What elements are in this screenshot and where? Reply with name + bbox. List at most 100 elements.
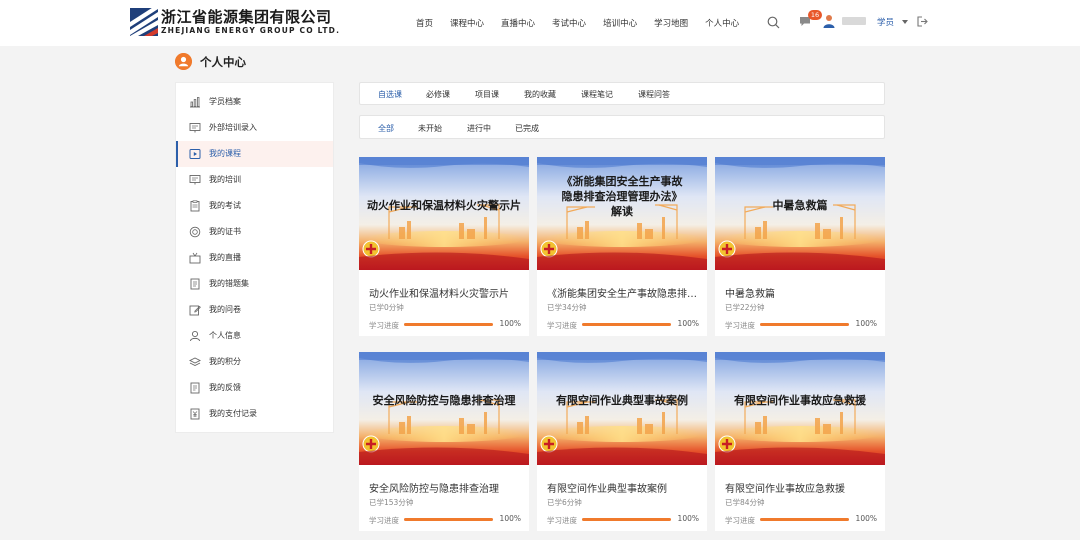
nav-item-home[interactable]: 首页 — [416, 17, 433, 29]
sidebar-item-my-courses[interactable]: 我的课程 — [176, 141, 333, 167]
sidebar-item-learner-profile[interactable]: 学员档案 — [176, 89, 333, 115]
nav-item-training-center[interactable]: 培训中心 — [603, 17, 637, 29]
progress-value: 100% — [855, 514, 877, 523]
progress-bar — [582, 323, 671, 326]
search-icon[interactable] — [767, 16, 780, 29]
nav-item-course-center[interactable]: 课程中心 — [450, 17, 484, 29]
progress-label: 学习进度 — [725, 516, 755, 525]
course-title[interactable]: 有限空间作业典型事故案例 — [547, 480, 699, 495]
sidebar-item-my-training[interactable]: 我的培训 — [176, 167, 333, 193]
sidebar-item-my-exams[interactable]: 我的考试 — [176, 193, 333, 219]
banner-title-line: 有限空间作业事故应急救援 — [734, 394, 866, 407]
progress-label: 学习进度 — [547, 516, 577, 525]
course-title[interactable]: 动火作业和保温材料火灾警示片 — [369, 285, 521, 300]
sidebar-item-my-wrong-questions[interactable]: 我的错题集 — [176, 271, 333, 297]
tab-all[interactable]: 全部 — [378, 123, 394, 134]
monitor-icon — [189, 175, 201, 185]
banner-title-line: 《浙能集团安全生产事故 — [561, 175, 683, 188]
progress-bar-fill — [582, 323, 671, 326]
chevron-down-icon[interactable] — [902, 20, 908, 24]
sidebar-item-label: 我的支付记录 — [209, 409, 257, 418]
edit-icon — [189, 305, 201, 316]
course-card[interactable]: 《浙能集团安全生产事故 隐患排查治理管理办法》 解读 《浙能集团安全生产事故隐患排查… — [537, 157, 707, 336]
progress-bar — [404, 518, 493, 521]
tab-completed[interactable]: 已完成 — [515, 123, 539, 134]
nav-item-learning-map[interactable]: 学习地图 — [654, 17, 688, 29]
banner-title-line: 动火作业和保温材料火灾警示片 — [367, 199, 521, 212]
tab-required-courses[interactable]: 必修课 — [426, 89, 450, 100]
logout-icon[interactable] — [917, 16, 928, 27]
sidebar: 学员档案 外部培训录入 我的课程 我的培训 我的考试 我的证书 我的直播 我的错… — [175, 82, 334, 433]
progress-label: 学习进度 — [547, 321, 577, 330]
course-banner[interactable]: 有限空间作业事故应急救援 — [715, 352, 885, 465]
progress-bar-fill — [582, 518, 671, 521]
course-card[interactable]: 有限空间作业事故应急救援 有限空间作业事故应急救援 已学84分钟 学习进度 10… — [715, 352, 885, 531]
nav-item-live-center[interactable]: 直播中心 — [501, 17, 535, 29]
banner-title: 《浙能集团安全生产事故 隐患排查治理管理办法》 解读 — [537, 174, 707, 219]
course-type-tabs: 自选课 必修课 项目课 我的收藏 课程笔记 课程问答 — [359, 82, 885, 105]
course-study-time: 已学153分钟 — [369, 498, 414, 507]
sidebar-item-external-training[interactable]: 外部培训录入 — [176, 115, 333, 141]
status-filter-tabs: 全部 未开始 进行中 已完成 — [359, 115, 885, 139]
course-banner[interactable]: 有限空间作业典型事故案例 — [537, 352, 707, 465]
tab-my-favorites[interactable]: 我的收藏 — [524, 89, 556, 100]
banner-title: 动火作业和保温材料火灾警示片 — [359, 198, 529, 213]
progress-bar-fill — [404, 323, 493, 326]
banner-title-line: 安全风险防控与隐患排查治理 — [372, 394, 516, 407]
banner-title: 有限空间作业事故应急救援 — [715, 393, 885, 408]
course-card[interactable]: 中暑急救篇 中暑急救篇 已学22分钟 学习进度 100% — [715, 157, 885, 336]
sidebar-item-my-questionnaires[interactable]: 我的问卷 — [176, 297, 333, 323]
banner-title: 有限空间作业典型事故案例 — [537, 393, 707, 408]
chart-icon — [190, 97, 200, 108]
progress-value: 100% — [499, 319, 521, 328]
course-banner[interactable]: 《浙能集团安全生产事故 隐患排查治理管理办法》 解读 — [537, 157, 707, 270]
banner-image — [715, 352, 885, 465]
username-redacted — [842, 17, 866, 25]
course-title[interactable]: 中暑急救篇 — [725, 285, 877, 300]
sidebar-item-my-certificates[interactable]: 我的证书 — [176, 219, 333, 245]
nav-item-exam-center[interactable]: 考试中心 — [552, 17, 586, 29]
course-card[interactable]: 动火作业和保温材料火灾警示片 动火作业和保温材料火灾警示片 已学0分钟 学习进度… — [359, 157, 529, 336]
progress-label: 学习进度 — [369, 516, 399, 525]
sidebar-item-label: 我的反馈 — [209, 383, 241, 392]
nav-item-personal-center[interactable]: 个人中心 — [705, 17, 739, 29]
play-icon — [189, 149, 201, 159]
avatar[interactable] — [823, 14, 835, 28]
course-title[interactable]: 安全风险防控与隐患排查治理 — [369, 480, 521, 495]
brand-name-cn: 浙江省能源集团有限公司 — [161, 8, 332, 26]
user-role[interactable]: 学员 — [877, 16, 894, 28]
tab-course-qa[interactable]: 课程问答 — [638, 89, 670, 100]
sidebar-item-personal-info[interactable]: 个人信息 — [176, 323, 333, 349]
course-study-time: 已学84分钟 — [725, 498, 765, 507]
course-card[interactable]: 有限空间作业典型事故案例 有限空间作业典型事故案例 已学6分钟 学习进度 100… — [537, 352, 707, 531]
sidebar-item-my-points[interactable]: 我的积分 — [176, 349, 333, 375]
brand-logo[interactable]: 浙江省能源集团有限公司 ZHEJIANG ENERGY GROUP CO LTD… — [130, 8, 339, 38]
sidebar-item-label: 我的问卷 — [209, 305, 241, 314]
tab-project-courses[interactable]: 项目课 — [475, 89, 499, 100]
course-banner[interactable]: 安全风险防控与隐患排查治理 — [359, 352, 529, 465]
payment-icon — [190, 408, 200, 420]
sidebar-item-payment-records[interactable]: 我的支付记录 — [176, 401, 333, 427]
course-title[interactable]: 《浙能集团安全生产事故隐患排查治理管理办法》解读 — [547, 285, 699, 300]
banner-title-line: 隐患排查治理管理办法》 — [561, 190, 683, 203]
tab-course-notes[interactable]: 课程笔记 — [581, 89, 613, 100]
tab-not-started[interactable]: 未开始 — [418, 123, 442, 134]
brand-name-en: ZHEJIANG ENERGY GROUP CO LTD. — [161, 26, 341, 35]
course-card[interactable]: 安全风险防控与隐患排查治理 安全风险防控与隐患排查治理 已学153分钟 学习进度… — [359, 352, 529, 531]
feedback-icon — [190, 382, 200, 394]
course-banner[interactable]: 动火作业和保温材料火灾警示片 — [359, 157, 529, 270]
banner-image — [537, 352, 707, 465]
sidebar-item-my-live[interactable]: 我的直播 — [176, 245, 333, 271]
sidebar-item-label: 我的培训 — [209, 175, 241, 184]
course-study-time: 已学6分钟 — [547, 498, 582, 507]
progress-value: 100% — [677, 514, 699, 523]
tab-elective-courses[interactable]: 自选课 — [378, 89, 402, 100]
sidebar-item-my-feedback[interactable]: 我的反馈 — [176, 375, 333, 401]
course-banner[interactable]: 中暑急救篇 — [715, 157, 885, 270]
sidebar-item-label: 我的直播 — [209, 253, 241, 262]
course-title[interactable]: 有限空间作业事故应急救援 — [725, 480, 877, 495]
sidebar-item-label: 我的课程 — [209, 149, 241, 158]
progress-label: 学习进度 — [725, 321, 755, 330]
tab-in-progress[interactable]: 进行中 — [467, 123, 491, 134]
live-icon — [189, 252, 201, 264]
